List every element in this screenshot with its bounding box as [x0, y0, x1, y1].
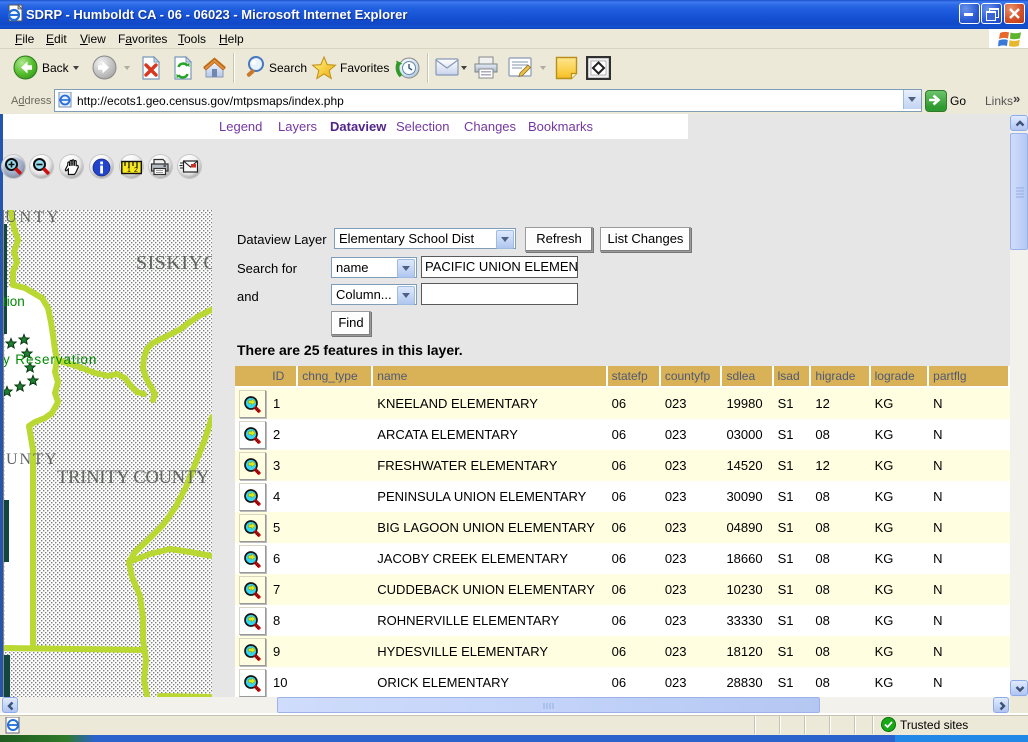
svg-text:y Reservation: y Reservation [3, 352, 97, 367]
svg-text:TRINITY COUNTY: TRINITY COUNTY [57, 468, 209, 488]
svg-text:1: 1 [127, 167, 131, 174]
svg-text:UNTY: UNTY [5, 210, 61, 226]
svg-text:2: 2 [134, 167, 138, 174]
svg-text:UNTY: UNTY [6, 451, 58, 468]
svg-text:SISKIYOU: SISKIYOU [136, 252, 212, 274]
svg-text:tion: tion [3, 294, 25, 309]
